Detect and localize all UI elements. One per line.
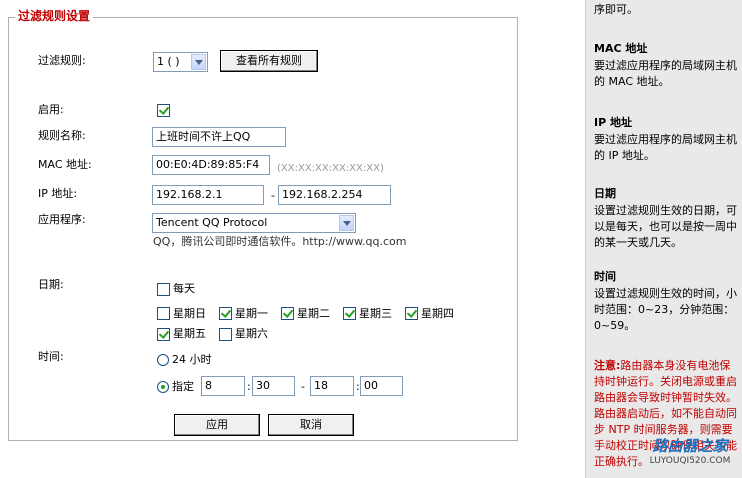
help-ip-title: IP 地址 [594, 116, 632, 129]
app-label: 应用程序: [38, 213, 86, 226]
app-select[interactable]: Tencent QQ Protocol [152, 213, 356, 233]
cancel-button[interactable]: 取消 [268, 414, 354, 436]
help-top-text: 序即可。 [594, 3, 638, 16]
time-custom-radio[interactable] [157, 381, 169, 393]
help-time-text: 设置过滤规则生效的时间，小时范围：0~23，分钟范围：0~59。 [594, 287, 737, 332]
end-hour-input[interactable]: 18 [310, 376, 354, 396]
end-minute-input[interactable]: 00 [360, 376, 403, 396]
rule-label: 过滤规则: [38, 54, 86, 67]
app-select-value: Tencent QQ Protocol [156, 216, 268, 229]
day-checkbox-tue[interactable] [281, 307, 294, 320]
enable-label: 启用: [38, 103, 64, 116]
day-label-sat: 星期六 [235, 327, 268, 340]
date-label: 日期: [38, 278, 64, 291]
app-description: QQ，腾讯公司即时通信软件。http://www.qq.com [153, 235, 407, 248]
day-checkbox-sat[interactable] [219, 328, 232, 341]
help-note-title: 注意: [594, 359, 621, 372]
apply-button[interactable]: 应用 [174, 414, 260, 436]
rule-select[interactable]: 1 ( ) [153, 52, 208, 72]
time-24h-radio[interactable] [157, 354, 169, 366]
day-label-sun: 星期日 [173, 307, 206, 320]
ip-start-input[interactable]: 192.168.2.1 [152, 185, 264, 205]
fieldset-legend: 过滤规则设置 [15, 8, 94, 24]
enable-checkbox[interactable] [157, 104, 170, 117]
help-mac-text: 要过滤应用程序的局域网主机的 MAC 地址。 [594, 59, 737, 88]
day-label-fri: 星期五 [173, 327, 206, 340]
chevron-down-icon[interactable] [339, 215, 354, 231]
help-ip-text: 要过滤应用程序的局域网主机的 IP 地址。 [594, 133, 737, 162]
help-date-title: 日期 [594, 187, 616, 200]
watermark-name: 路由器之家 [652, 437, 728, 455]
day-checkbox-thu[interactable] [405, 307, 418, 320]
help-time-title: 时间 [594, 270, 616, 283]
rule-select-value: 1 ( ) [157, 55, 180, 68]
ip-label: IP 地址: [38, 187, 78, 200]
ip-range-dash: - [271, 189, 275, 202]
day-label-thu: 星期四 [421, 307, 454, 320]
chevron-down-icon[interactable] [191, 54, 206, 70]
mac-input[interactable]: 00:E0:4D:89:85:F4 [152, 155, 270, 175]
mac-format-hint: (XX:XX:XX:XX:XX:XX) [277, 163, 384, 174]
help-panel: 序即可。 MAC 地址 要过滤应用程序的局域网主机的 MAC 地址。 IP 地址… [585, 0, 742, 478]
start-minute-input[interactable]: 30 [252, 376, 295, 396]
start-colon: : [247, 380, 251, 393]
everyday-label: 每天 [173, 282, 195, 295]
time-custom-label: 指定 [172, 380, 194, 393]
watermark-logo: 路由器之家 LUYOUQI520.COM [640, 437, 740, 467]
ip-end-input[interactable]: 192.168.2.254 [278, 185, 391, 205]
everyday-checkbox[interactable] [157, 283, 170, 296]
mac-label: MAC 地址: [38, 158, 92, 171]
time-range-dash: - [301, 380, 305, 393]
day-label-wed: 星期三 [359, 307, 392, 320]
help-mac-title: MAC 地址 [594, 42, 648, 55]
day-checkbox-wed[interactable] [343, 307, 356, 320]
rule-name-label: 规则名称: [38, 129, 86, 142]
day-label-mon: 星期一 [235, 307, 268, 320]
time-label: 时间: [38, 350, 64, 363]
watermark-url: LUYOUQI520.COM [649, 456, 731, 466]
view-all-rules-button[interactable]: 查看所有规则 [220, 50, 318, 72]
day-label-tue: 星期二 [297, 307, 330, 320]
day-checkbox-fri[interactable] [157, 328, 170, 341]
day-checkbox-mon[interactable] [219, 307, 232, 320]
start-hour-input[interactable]: 8 [201, 376, 245, 396]
rule-name-input[interactable]: 上班时间不许上QQ [152, 127, 286, 147]
time-24h-label: 24 小时 [172, 353, 212, 366]
help-date-text: 设置过滤规则生效的日期，可以是每天，也可以是按一周中的某一天或几天。 [594, 204, 737, 249]
day-checkbox-sun[interactable] [157, 307, 170, 320]
